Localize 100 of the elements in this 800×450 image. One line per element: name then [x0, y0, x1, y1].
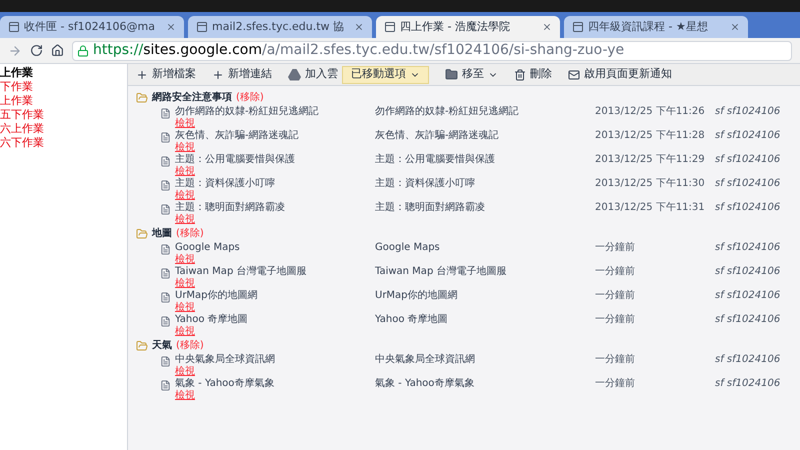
item-title: 主題：聰明面對網路霸凌 — [175, 202, 285, 214]
item-description: Taiwan Map 台灣電子地圖服 — [375, 266, 508, 278]
section-title: 地圖 — [152, 228, 172, 240]
view-link[interactable]: 檢視 — [175, 214, 195, 226]
sidebar-link[interactable]: 六下作業 — [0, 136, 127, 150]
item-description: 主題：聰明面對網路霸凌 — [375, 202, 486, 214]
remove-link[interactable]: (移除) — [176, 228, 204, 240]
item-time: 2013/12/25 下午11:30 — [595, 178, 706, 190]
section-title: 網路安全注意事項 — [152, 92, 232, 104]
plus-icon — [136, 68, 148, 80]
view-link[interactable]: 檢視 — [175, 302, 195, 314]
file-icon — [160, 292, 171, 303]
sidebar-link[interactable]: 下作業 — [0, 80, 127, 94]
view-link[interactable]: 檢視 — [175, 366, 195, 378]
toolbar-button[interactable]: 新增連結 — [212, 66, 272, 83]
file-icon — [160, 356, 171, 367]
section-title: 天氣 — [152, 340, 172, 352]
item-owner: sf sf1024106 — [715, 242, 780, 254]
item-title: 勿作網路的奴隸-粉紅妞兒逃網記 — [175, 106, 319, 118]
sidebar-link[interactable]: 上作業 — [0, 66, 127, 80]
view-link[interactable]: 檢視 — [175, 190, 195, 202]
item-description: Yahoo 奇摩地圖 — [375, 314, 449, 326]
close-icon[interactable] — [542, 22, 552, 32]
page-icon — [8, 21, 20, 33]
item-description: UrMap你的地圖網 — [375, 290, 459, 302]
remove-link[interactable]: (移除) — [176, 340, 204, 352]
item-title: Google Maps — [175, 242, 240, 254]
home-icon[interactable] — [51, 44, 64, 57]
item-title: 灰色情、灰詐騙-網路迷魂記 — [175, 130, 299, 142]
folder-icon — [136, 228, 148, 240]
item-title: Taiwan Map 台灣電子地圖服 — [175, 266, 306, 278]
sidebar-link[interactable]: 五下作業 — [0, 108, 127, 122]
tab-title: 四上作業 - 浩魔法學院 — [400, 18, 511, 35]
item-description: 勿作網路的奴隸-粉紅妞兒逃網記 — [375, 106, 520, 118]
plus-icon — [212, 68, 224, 80]
view-link[interactable]: 檢視 — [175, 326, 195, 338]
item-time: 2013/12/25 下午11:31 — [595, 202, 706, 214]
address-field[interactable]: https://sites.google.com/a/mail2.sfes.tyc.edu.tw/sf1024106/si-shang-zuo-ye — [72, 40, 792, 60]
item-title: UrMap你的地圖網 — [175, 290, 258, 302]
page-icon — [196, 21, 208, 33]
browser-tab[interactable]: 四上作業 - 浩魔法學院 — [376, 16, 560, 38]
item-time: 一分鐘前 — [595, 242, 636, 254]
item-time: 一分鐘前 — [595, 266, 636, 278]
file-icon — [160, 156, 171, 167]
view-link[interactable]: 檢視 — [175, 390, 195, 402]
item-time: 2013/12/25 下午11:26 — [595, 106, 706, 118]
url-path: /a/mail2.sfes.tyc.edu.tw/sf1024106/si-shang-zuo-ye — [262, 41, 624, 60]
item-time: 一分鐘前 — [595, 354, 636, 366]
close-icon[interactable] — [166, 22, 176, 32]
notice-badge[interactable]: 已移動選項 — [342, 66, 429, 84]
item-description: 灰色情、灰詐騙-網路迷魂記 — [375, 130, 500, 142]
item-owner: sf sf1024106 — [715, 290, 780, 302]
toolbar-button[interactable]: 新增檔案 — [136, 66, 196, 83]
item-owner: sf sf1024106 — [715, 178, 780, 190]
tab-title: 收件匣 - sf1024106@ma — [24, 18, 156, 35]
file-icon — [160, 132, 171, 143]
item-owner: sf sf1024106 — [715, 106, 780, 118]
item-owner: sf sf1024106 — [715, 354, 780, 366]
file-icon — [160, 244, 171, 255]
file-icon — [160, 204, 171, 215]
sidebar-link[interactable]: 上作業 — [0, 94, 127, 108]
view-link[interactable]: 檢視 — [175, 254, 195, 266]
toolbar-button[interactable]: 啟用頁面更新通知 — [568, 66, 672, 83]
url-scheme: https:// — [93, 41, 144, 60]
remove-link[interactable]: (移除) — [236, 92, 264, 104]
item-time: 一分鐘前 — [595, 314, 636, 326]
item-time: 2013/12/25 下午11:29 — [595, 154, 706, 166]
reload-icon[interactable] — [30, 44, 43, 57]
file-icon — [160, 316, 171, 327]
tab-title: mail2.sfes.tyc.edu.tw 協 — [212, 18, 346, 35]
page-icon — [572, 21, 584, 33]
item-title: Yahoo 奇摩地圖 — [175, 314, 248, 326]
folder-icon — [136, 92, 148, 104]
browser-tab[interactable]: 四年級資訊課程 - ★星想 — [564, 16, 748, 38]
item-title: 主題：公用電腦要惜與保護 — [175, 154, 295, 166]
item-time: 一分鐘前 — [595, 378, 636, 390]
item-description: 氣象 - Yahoo奇摩氣象 — [375, 378, 476, 390]
sidebar-link[interactable]: 六上作業 — [0, 122, 127, 136]
item-title: 中央氣象局全球資訊網 — [175, 354, 275, 366]
browser-tab[interactable]: mail2.sfes.tyc.edu.tw 協 — [188, 16, 372, 38]
view-link[interactable]: 檢視 — [175, 142, 195, 154]
item-owner: sf sf1024106 — [715, 378, 780, 390]
toolbar-button[interactable]: 刪除 — [514, 66, 552, 83]
item-owner: sf sf1024106 — [715, 314, 780, 326]
url-host: sites.google.com — [143, 41, 262, 60]
delete-icon — [514, 68, 526, 80]
item-owner: sf sf1024106 — [715, 130, 780, 142]
close-icon[interactable] — [730, 22, 740, 32]
tab-title: 四年級資訊課程 - ★星想 — [588, 18, 709, 35]
toolbar-button[interactable]: 移至 — [445, 66, 498, 83]
file-icon — [160, 268, 171, 279]
close-icon[interactable] — [354, 22, 364, 32]
item-description: 主題：資料保護小叮嚀 — [375, 178, 476, 190]
view-link[interactable]: 檢視 — [175, 118, 195, 130]
browser-tab[interactable]: 收件匣 - sf1024106@ma — [0, 16, 184, 38]
item-time: 一分鐘前 — [595, 290, 636, 302]
toolbar-button[interactable]: 加入雲 — [288, 66, 338, 83]
item-title: 主題：資料保護小叮嚀 — [175, 178, 275, 190]
view-link[interactable]: 檢視 — [175, 278, 195, 290]
view-link[interactable]: 檢視 — [175, 166, 195, 178]
